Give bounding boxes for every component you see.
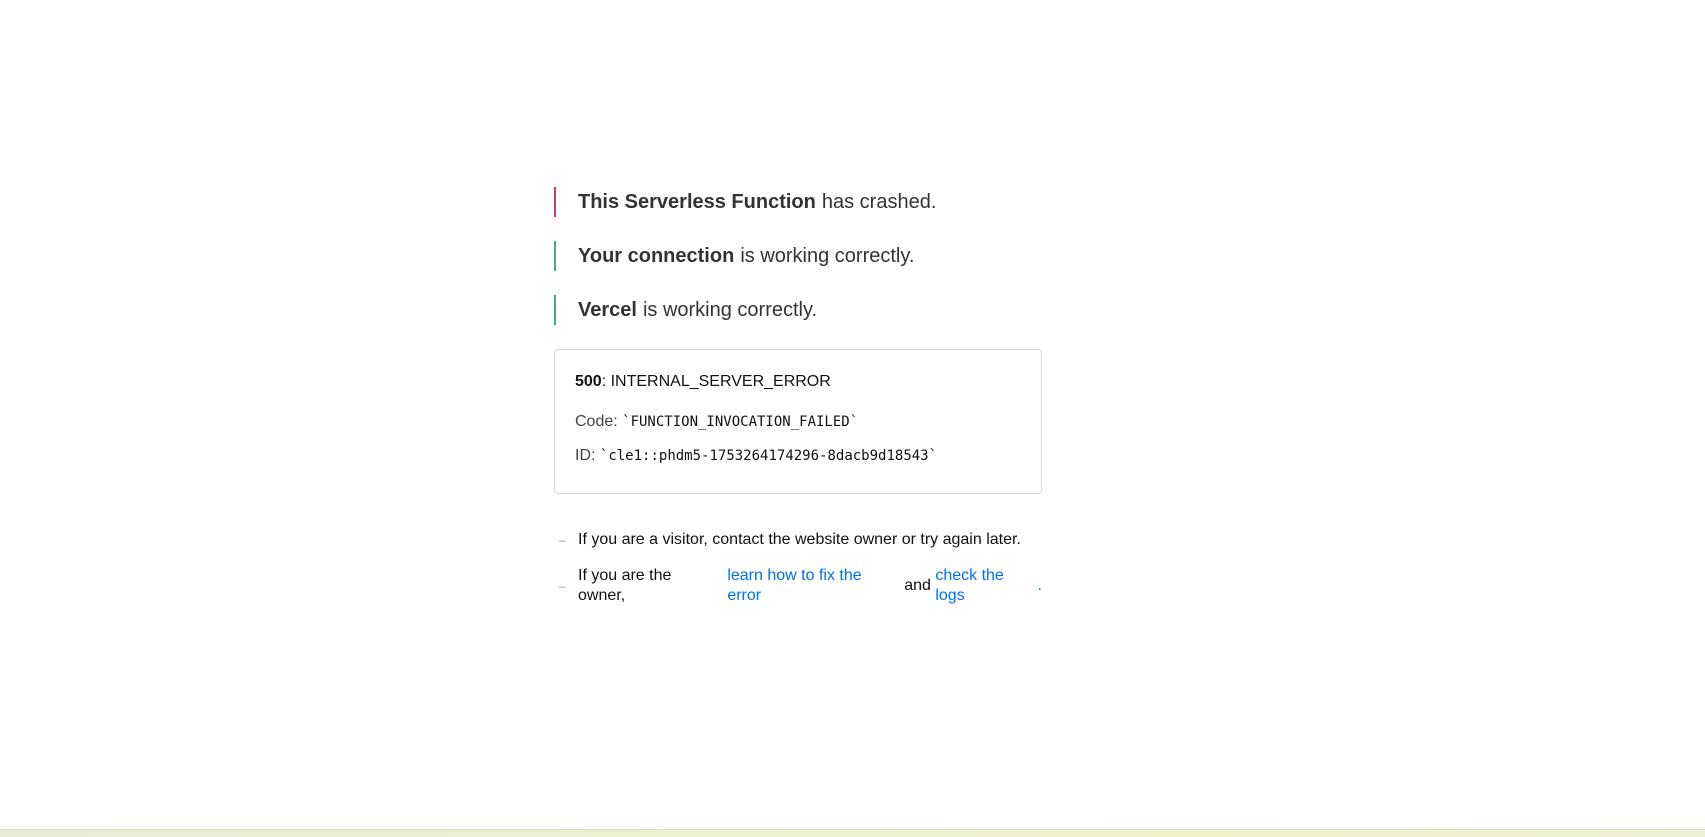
error-details-box: 500: INTERNAL_SERVER_ERROR Code: `FUNCTI… <box>554 349 1042 494</box>
help-visitor: – If you are a visitor, contact the webs… <box>554 530 1042 550</box>
error-status-bar <box>554 187 556 217</box>
dash-icon: – <box>559 533 566 547</box>
status-vercel-text: is working correctly. <box>642 299 818 321</box>
error-code-value: `FUNCTION_INVOCATION_FAILED` <box>622 414 859 430</box>
status-function-bold: This Serverless Function <box>578 191 816 213</box>
error-page: This Serverless Function has crashed. Yo… <box>0 0 1705 837</box>
help-owner-period: . <box>1037 577 1042 594</box>
status-vercel: Vercel is working correctly. <box>554 295 1042 325</box>
help-owner-and: and <box>904 577 931 594</box>
help-list: – If you are a visitor, contact the webs… <box>554 530 1042 606</box>
ok-status-bar <box>554 295 556 325</box>
ok-status-bar <box>554 241 556 271</box>
status-connection: Your connection is working correctly. <box>554 241 1042 271</box>
status-function-text: has crashed. <box>821 191 937 213</box>
bottom-strip <box>0 829 1705 837</box>
error-id-row: ID: `cle1::phdm5-1753264174296-8dacb9d18… <box>575 446 1021 466</box>
help-owner: – If you are the owner, learn how to fix… <box>554 566 1042 606</box>
status-vercel-bold: Vercel <box>578 299 637 321</box>
error-code-number: 500 <box>575 373 602 390</box>
fix-error-link[interactable]: learn how to fix the error <box>727 566 899 606</box>
error-container: This Serverless Function has crashed. Yo… <box>554 187 1042 622</box>
error-id-value: `cle1::phdm5-1753264174296-8dacb9d18543` <box>599 448 938 464</box>
check-logs-link[interactable]: check the logs <box>935 566 1037 606</box>
help-owner-prefix: If you are the owner, <box>578 567 672 604</box>
status-connection-bold: Your connection <box>578 245 735 267</box>
status-connection-text: is working correctly. <box>740 245 915 267</box>
help-visitor-text: If you are a visitor, contact the websit… <box>578 531 1021 548</box>
error-code-label: Code: <box>575 413 623 430</box>
error-title: 500: INTERNAL_SERVER_ERROR <box>575 372 1021 392</box>
error-code-name: : INTERNAL_SERVER_ERROR <box>601 373 831 390</box>
error-id-label: ID: <box>575 447 600 464</box>
error-code-row: Code: `FUNCTION_INVOCATION_FAILED` <box>575 412 1021 432</box>
dash-icon: – <box>559 579 566 593</box>
status-function: This Serverless Function has crashed. <box>554 187 1042 217</box>
